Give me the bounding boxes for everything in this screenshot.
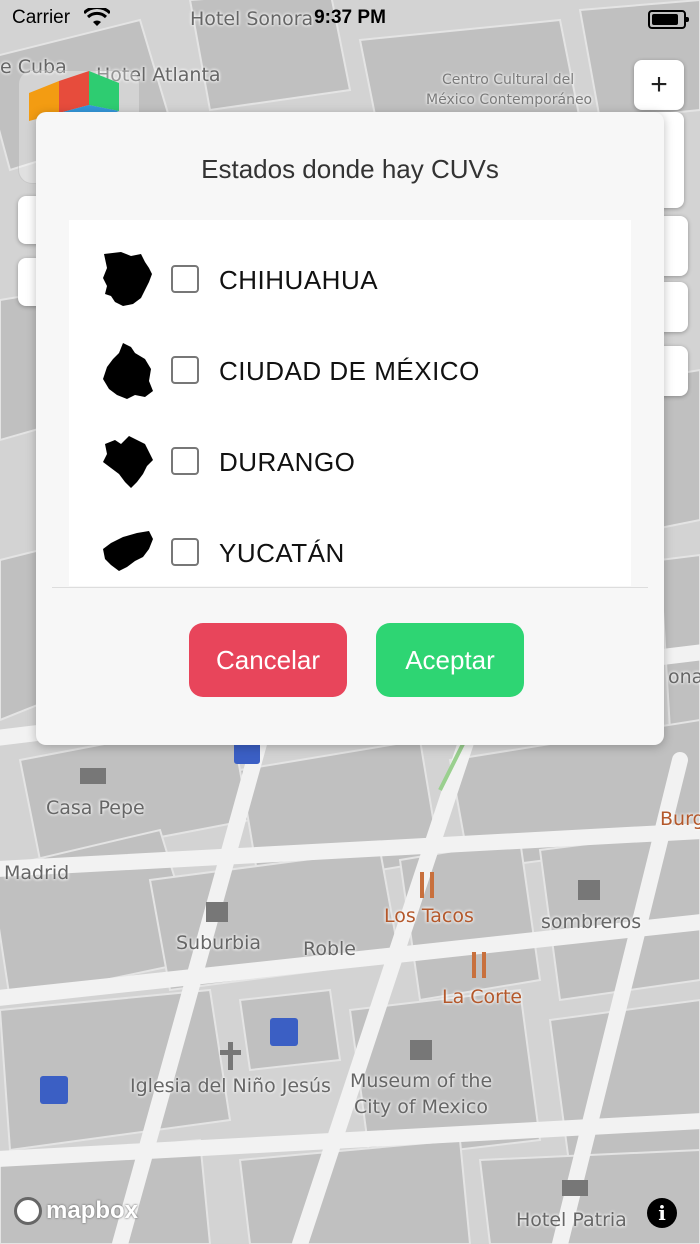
state-row-durango[interactable]: DURANGO bbox=[69, 416, 631, 506]
state-row-cdmx[interactable]: CIUDAD DE MÉXICO bbox=[69, 325, 631, 415]
map-label-suburbia: Suburbia bbox=[176, 932, 261, 954]
dialog-title: Estados donde hay CUVs bbox=[201, 154, 499, 184]
yucatan-shape-icon bbox=[103, 531, 153, 571]
state-row-chihuahua[interactable]: CHIHUAHUA bbox=[69, 234, 631, 324]
map-label-burg: Burg bbox=[660, 808, 700, 830]
durango-shape-icon bbox=[103, 436, 153, 488]
dialog-divider bbox=[52, 587, 648, 588]
accept-button[interactable]: Aceptar bbox=[376, 623, 524, 697]
map-label-mexico-contemporaneo: México Contemporáneo bbox=[426, 92, 593, 108]
map-label-museum-line1: Museum of the bbox=[350, 1070, 493, 1092]
chihuahua-shape-icon bbox=[103, 252, 152, 306]
map-label-museum-line2: City of Mexico bbox=[354, 1096, 488, 1118]
cdmx-shape-icon bbox=[103, 343, 153, 399]
state-label-durango: DURANGO bbox=[219, 447, 356, 477]
map-label-centro-cultural: Centro Cultural del bbox=[442, 72, 575, 88]
zoom-in-button[interactable]: + bbox=[634, 60, 684, 110]
status-time: 9:37 PM bbox=[314, 7, 386, 28]
checkbox-durango[interactable] bbox=[171, 447, 199, 475]
state-label-cdmx: CIUDAD DE MÉXICO bbox=[219, 356, 480, 386]
states-dialog: Estados donde hay CUVs CHIHUAHUA CIUDAD … bbox=[36, 112, 664, 745]
cancel-button[interactable]: Cancelar bbox=[189, 623, 347, 697]
mapbox-label: mapbox bbox=[46, 1197, 139, 1224]
battery-icon bbox=[648, 10, 689, 29]
map-label-roble: Roble bbox=[303, 938, 357, 960]
map-label-onal: onal bbox=[668, 666, 700, 688]
map-label-iglesia: Iglesia del Niño Jesús bbox=[130, 1075, 331, 1097]
map-label-los-tacos: Los Tacos bbox=[384, 905, 474, 927]
mapbox-logo-icon bbox=[14, 1197, 42, 1225]
map-label-la-corte: La Corte bbox=[442, 986, 523, 1008]
map-label-madrid: Madrid bbox=[4, 862, 70, 884]
states-list[interactable]: CHIHUAHUA CIUDAD DE MÉXICO DURANGO YUCAT… bbox=[69, 220, 631, 586]
state-label-chihuahua: CHIHUAHUA bbox=[219, 265, 379, 295]
status-bar: Carrier 9:37 PM bbox=[0, 0, 700, 36]
map-label-hotel-patria: Hotel Patria bbox=[516, 1209, 627, 1231]
checkbox-yucatan[interactable] bbox=[171, 538, 199, 566]
state-row-yucatan[interactable]: YUCATÁN bbox=[69, 507, 631, 597]
checkbox-cdmx[interactable] bbox=[171, 356, 199, 384]
map-label-sombreros: sombreros bbox=[541, 911, 642, 933]
mapbox-attribution[interactable]: mapbox bbox=[14, 1197, 138, 1225]
info-icon[interactable]: i bbox=[647, 1198, 677, 1228]
state-label-yucatan: YUCATÁN bbox=[219, 538, 345, 568]
checkbox-chihuahua[interactable] bbox=[171, 265, 199, 293]
map-label-casa-pepe: Casa Pepe bbox=[46, 797, 145, 819]
